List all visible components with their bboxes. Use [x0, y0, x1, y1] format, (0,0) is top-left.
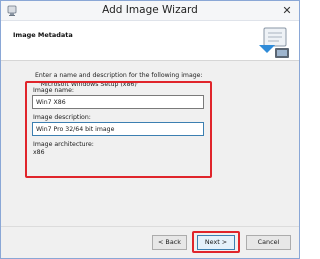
title-bar[interactable]: Add Image Wizard ✕: [1, 1, 299, 21]
cancel-button[interactable]: Cancel: [246, 235, 291, 250]
image-architecture-label: Image architecture:: [33, 141, 94, 148]
page-title: Image Metadata: [13, 31, 73, 39]
wizard-graphic-icon: [259, 27, 289, 58]
window-title: Add Image Wizard: [102, 4, 198, 16]
image-architecture-value: x86: [33, 149, 45, 156]
wizard-window: Add Image Wizard ✕ Image Metadata Enter …: [0, 0, 300, 259]
intro-text: Enter a name and description for the fol…: [35, 72, 203, 79]
image-name-label: Image name:: [33, 87, 74, 94]
next-button[interactable]: Next >: [197, 235, 235, 250]
close-icon[interactable]: ✕: [281, 5, 293, 17]
back-button[interactable]: < Back: [152, 235, 187, 250]
image-name-field[interactable]: Win7 X86: [32, 95, 204, 109]
footer-divider: [1, 226, 299, 227]
image-description-label: Image description:: [33, 114, 91, 121]
wizard-header: Image Metadata: [1, 21, 299, 61]
image-description-field[interactable]: Win7 Pro 32/64 bit image: [32, 122, 204, 136]
